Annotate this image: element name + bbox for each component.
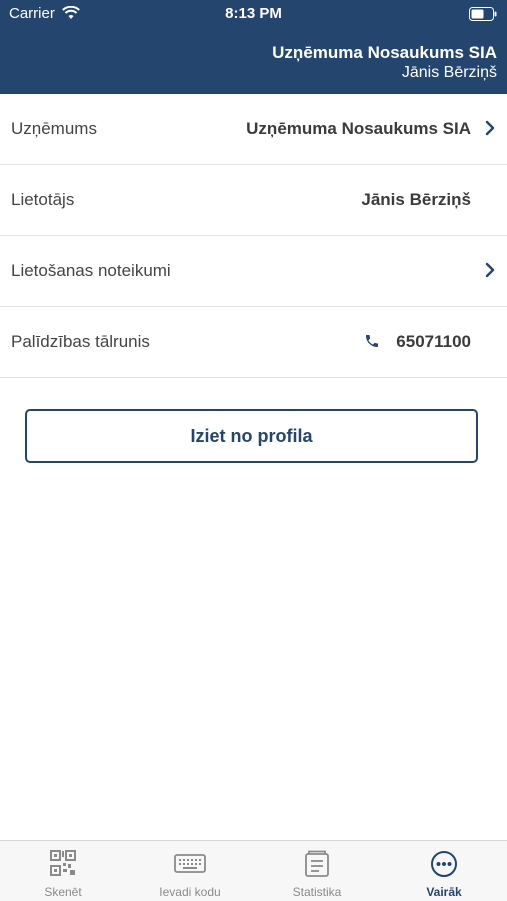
help-phone-label: Palīdzības tālrunis [11,332,150,351]
battery-icon [469,7,497,25]
clock: 8:13 PM [225,5,282,22]
more-icon [430,850,458,881]
tab-more-label: Vairāk [426,885,462,899]
user-row-value: Jānis Bērziņš [361,190,471,209]
tab-scan-label: Skenēt [44,885,82,899]
tab-more[interactable]: Vairāk [381,841,507,901]
user-row-label: Lietotājs [11,190,75,209]
status-bar: Carrier 8:13 PM [0,0,507,28]
header-user-name: Jānis Bērziņš [401,64,497,81]
tab-bar: Skenēt Ievadi kodu Statistika Vairāk [0,840,507,901]
tab-scan[interactable]: Skenēt [0,841,126,901]
terms-row[interactable]: Lietošanas noteikumi [0,236,507,307]
statistics-icon [304,850,330,881]
keyboard-icon [174,850,206,879]
tab-statistics-label: Statistika [292,885,342,899]
qr-code-icon [50,850,76,879]
chevron-right-icon [485,262,495,283]
company-row-label: Uzņēmums [11,119,97,138]
tab-enter-code-label: Ievadi kodu [159,885,221,899]
settings-list: Uzņēmums Uzņēmuma Nosaukums SIA Lietotāj… [0,94,507,378]
user-row: Lietotājs Jānis Bērziņš [0,165,507,236]
phone-icon [364,333,380,354]
company-row-value: Uzņēmuma Nosaukums SIA [246,119,471,138]
help-phone-number[interactable]: 65071100 [396,332,471,352]
header: Uzņēmuma Nosaukums SIA Jānis Bērziņš [0,28,507,94]
chevron-right-icon [485,120,495,141]
tab-statistics[interactable]: Statistika [254,841,380,901]
header-company-name: Uzņēmuma Nosaukums SIA [272,43,497,62]
help-phone-row[interactable]: Palīdzības tālrunis 65071100 [0,307,507,378]
tab-enter-code[interactable]: Ievadi kodu [127,841,253,901]
terms-row-label: Lietošanas noteikumi [11,261,171,280]
logout-button[interactable]: Iziet no profila [25,409,478,463]
company-row[interactable]: Uzņēmums Uzņēmuma Nosaukums SIA [0,94,507,165]
